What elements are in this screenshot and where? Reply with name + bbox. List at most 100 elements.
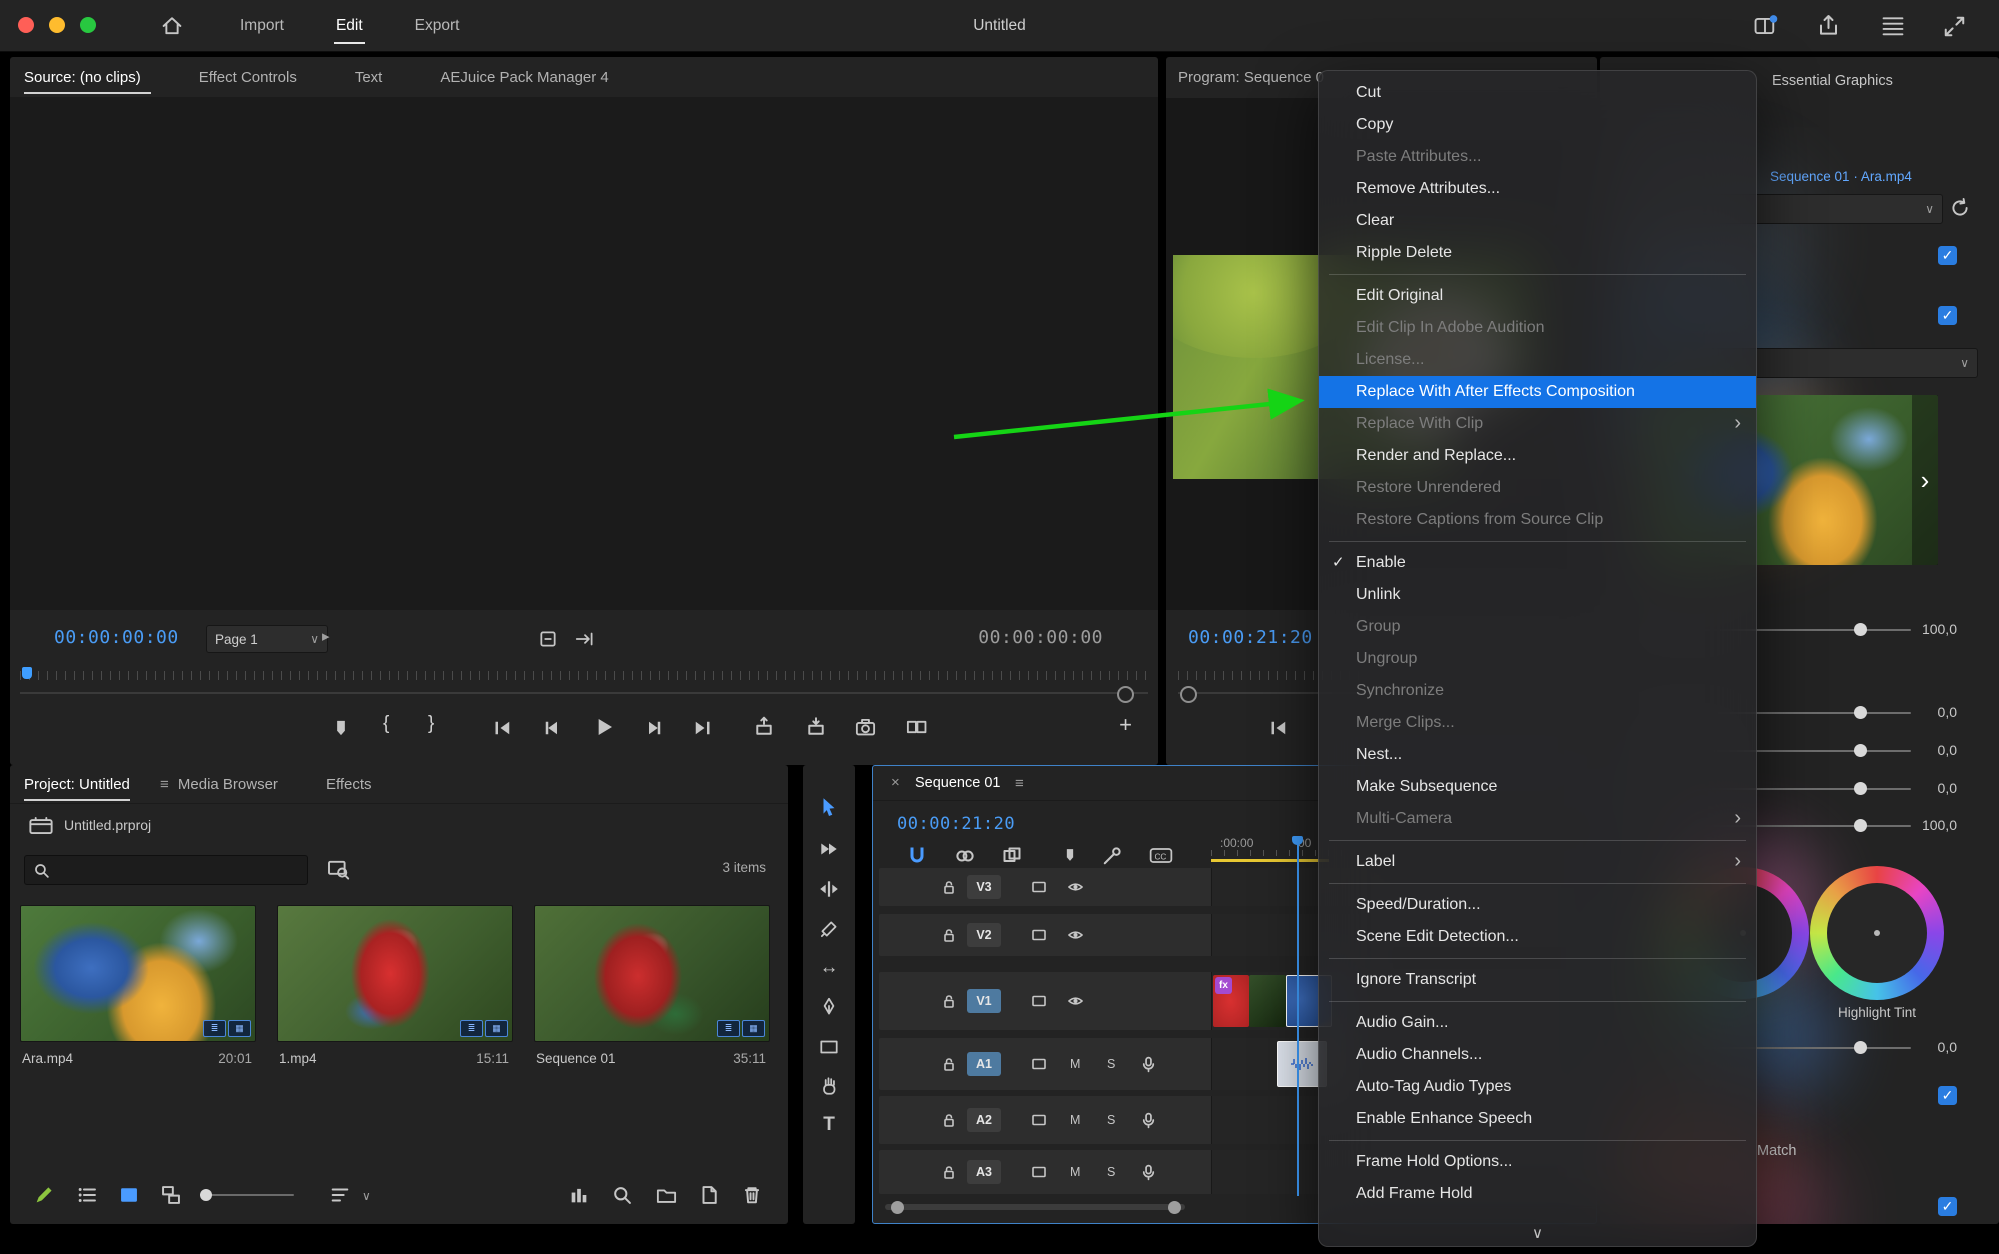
menu-scroll-more-icon[interactable]: ∨ — [1319, 1224, 1756, 1242]
extract-icon[interactable] — [805, 716, 827, 738]
source-playhead[interactable] — [22, 667, 32, 679]
menu-item[interactable]: Ungroup — [1319, 643, 1756, 675]
slider-knob[interactable] — [1854, 819, 1867, 832]
voiceover-mic-icon[interactable] — [1141, 1056, 1156, 1073]
slip-tool[interactable]: ↔ — [817, 956, 841, 980]
menu-item[interactable]: Remove Attributes... — [1319, 173, 1756, 205]
track-label[interactable]: A1 — [967, 1052, 1001, 1076]
source-time-ruler[interactable] — [20, 671, 1148, 680]
hand-tool[interactable] — [817, 1074, 841, 1098]
new-bin-icon[interactable] — [654, 1183, 678, 1207]
menu-item[interactable]: License... — [1319, 344, 1756, 376]
menu-item[interactable]: Multi-Camera › — [1319, 803, 1756, 835]
solo-button[interactable]: S — [1107, 1165, 1115, 1179]
lock-icon[interactable] — [941, 927, 957, 943]
menu-item[interactable]: Edit Clip In Adobe Audition — [1319, 312, 1756, 344]
type-tool[interactable]: T — [817, 1113, 841, 1137]
captions-icon[interactable]: CC — [1149, 846, 1173, 865]
project-clip-card[interactable]: ▦ ≣ Sequence 01 35:11 — [534, 905, 768, 1066]
menu-item[interactable] — [1329, 883, 1746, 884]
source-scrollbar[interactable] — [20, 692, 1148, 694]
scrollbar-handle-left[interactable] — [891, 1201, 904, 1214]
menu-item[interactable]: Cut — [1319, 77, 1756, 109]
slider-value[interactable]: 0,0 — [1938, 742, 1957, 758]
menu-item[interactable] — [1329, 274, 1746, 275]
tab-essential-graphics[interactable]: Essential Graphics — [1772, 73, 1893, 89]
menu-item[interactable]: Unlink — [1319, 579, 1756, 611]
timeline-scrollbar[interactable] — [885, 1204, 1185, 1210]
menu-item[interactable]: Group — [1319, 611, 1756, 643]
panel-menu-icon[interactable]: ≡ — [1015, 775, 1024, 792]
track-label[interactable]: V1 — [967, 989, 1001, 1013]
track-visibility-eye-icon[interactable] — [1067, 994, 1084, 1008]
step-forward-icon[interactable] — [644, 718, 664, 738]
mark-in-icon[interactable]: { — [383, 713, 389, 735]
search-input[interactable] — [24, 855, 308, 885]
source-patch-icon[interactable] — [1031, 880, 1047, 894]
slider-knob[interactable] — [1854, 623, 1867, 636]
panel-tab[interactable]: Source: (no clips) — [24, 69, 151, 86]
ripple-edit-tool[interactable] — [817, 877, 841, 901]
slider-value[interactable]: 0,0 — [1938, 780, 1957, 796]
track-label[interactable]: V3 — [967, 875, 1001, 899]
go-to-out-icon[interactable] — [692, 718, 712, 738]
freeform-view-icon[interactable] — [159, 1183, 183, 1207]
menu-item[interactable]: Restore Captions from Source Clip — [1319, 504, 1756, 536]
play-button-icon[interactable] — [592, 715, 616, 739]
menu-item[interactable] — [1329, 1001, 1746, 1002]
menu-item[interactable]: Synchronize — [1319, 675, 1756, 707]
menu-item[interactable]: Replace With Clip › — [1319, 408, 1756, 440]
highlight-tint-wheel[interactable] — [1810, 866, 1944, 1000]
delete-icon[interactable] — [740, 1183, 764, 1207]
track-visibility-eye-icon[interactable] — [1067, 880, 1084, 894]
menu-item[interactable]: Render and Replace... — [1319, 440, 1756, 472]
panel-tab[interactable]: Media Browser — [178, 776, 278, 793]
timeline-tab[interactable]: Sequence 01 — [915, 775, 1000, 791]
rectangle-tool[interactable] — [817, 1035, 841, 1059]
clip-thumbnail[interactable]: ▦ ≣ — [277, 905, 513, 1042]
share-icon[interactable] — [1816, 13, 1841, 38]
menu-item[interactable]: Ignore Transcript — [1319, 964, 1756, 996]
project-file-name[interactable]: Untitled.prproj — [64, 817, 151, 833]
source-patch-icon[interactable] — [1031, 1113, 1047, 1127]
panel-tab[interactable]: AEJuice Pack Manager 4 — [440, 69, 618, 86]
menu-item[interactable] — [1329, 1140, 1746, 1141]
panel-tab[interactable]: Text — [355, 69, 393, 86]
quick-export-menu-icon[interactable] — [1880, 15, 1906, 37]
timeline-timecode[interactable]: 00:00:21:20 — [897, 814, 1015, 834]
slider-value[interactable]: 100,0 — [1922, 817, 1957, 833]
clip-thumbnail[interactable]: ▦ ≣ — [534, 905, 770, 1042]
menu-item[interactable]: Copy — [1319, 109, 1756, 141]
go-to-in-icon[interactable] — [1269, 718, 1289, 738]
safe-margins-icon[interactable] — [538, 629, 558, 649]
track-visibility-eye-icon[interactable] — [1067, 928, 1084, 942]
workspaces-icon[interactable] — [1752, 13, 1778, 39]
program-panel-title[interactable]: Program: Sequence 0 — [1178, 69, 1324, 86]
menu-item[interactable]: Replace With After Effects Composition — [1319, 376, 1756, 408]
selection-tool[interactable] — [817, 795, 841, 819]
export-settings-icon[interactable] — [574, 629, 596, 649]
nest-toggle-icon[interactable] — [1002, 846, 1022, 866]
menu-item[interactable]: Paste Attributes... — [1319, 141, 1756, 173]
find-icon[interactable] — [610, 1183, 634, 1207]
menu-item[interactable]: Nest... — [1319, 739, 1756, 771]
color-wheels-match-label[interactable]: Match — [1757, 1143, 1797, 1159]
program-zoom-handle[interactable] — [1180, 686, 1197, 703]
lift-icon[interactable] — [753, 716, 775, 738]
razor-tool[interactable] — [817, 917, 841, 941]
zoom-slider[interactable] — [202, 1194, 294, 1196]
track-select-forward-tool[interactable] — [817, 837, 841, 861]
slider-value[interactable]: 100,0 — [1922, 621, 1957, 637]
menu-item[interactable]: Merge Clips... — [1319, 707, 1756, 739]
track-label[interactable]: A3 — [967, 1160, 1001, 1184]
snap-icon[interactable] — [907, 846, 927, 866]
sort-icon[interactable] — [328, 1183, 352, 1207]
close-tab-icon[interactable]: × — [891, 774, 900, 791]
slider-knob[interactable] — [1854, 1041, 1867, 1054]
slider-knob[interactable] — [1854, 706, 1867, 719]
lock-icon[interactable] — [941, 1056, 957, 1072]
menu-item[interactable]: Edit Original — [1319, 280, 1756, 312]
timeline-clip[interactable]: fx — [1213, 975, 1249, 1027]
go-to-in-icon[interactable] — [493, 718, 513, 738]
source-patch-icon[interactable] — [1031, 1057, 1047, 1071]
